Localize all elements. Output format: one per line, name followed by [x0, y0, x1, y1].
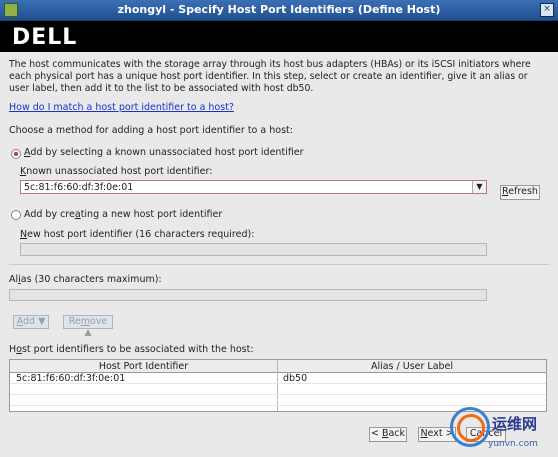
- watermark-text: 运维网: [492, 415, 538, 433]
- known-identifier-select[interactable]: 5c:81:f6:60:df:3f:0e:01 ▼: [20, 180, 487, 194]
- chevron-down-icon[interactable]: ▼: [472, 181, 486, 193]
- new-identifier-input[interactable]: [20, 243, 487, 256]
- divider: [9, 264, 549, 265]
- known-identifier-label: Known unassociated host port identifier:: [20, 166, 213, 177]
- identifiers-table[interactable]: Host Port Identifier Alias / User Label …: [9, 359, 547, 412]
- new-identifier-radio-label[interactable]: Add by creating a new host port identifi…: [24, 209, 222, 220]
- column-header-alias[interactable]: Alias / User Label: [278, 361, 546, 372]
- dell-logo: DELL: [12, 25, 78, 50]
- back-button[interactable]: < Back: [369, 427, 407, 442]
- window-titlebar[interactable]: zhongyl - Specify Host Port Identifiers …: [0, 0, 558, 21]
- chevron-down-icon: ▼: [38, 316, 46, 327]
- add-button[interactable]: Add ▼: [13, 315, 49, 329]
- column-header-identifier[interactable]: Host Port Identifier: [10, 361, 277, 372]
- help-link[interactable]: How do I match a host port identifier to…: [9, 102, 234, 113]
- chevron-up-icon: ▲: [84, 327, 92, 338]
- known-identifier-value: 5c:81:f6:60:df:3f:0e:01: [24, 182, 134, 193]
- row-alias: db50: [283, 373, 308, 384]
- remove-button[interactable]: Remove ▲: [63, 315, 113, 338]
- dell-banner: DELL: [0, 21, 558, 52]
- table-row[interactable]: 5c:81:f6:60:df:3f:0e:01 db50: [10, 373, 546, 384]
- new-identifier-label: New host port identifier (16 characters …: [20, 229, 255, 240]
- identifiers-list-heading: Host port identifiers to be associated w…: [9, 344, 254, 355]
- watermark-ring-icon: [457, 414, 485, 442]
- table-row: [10, 395, 546, 406]
- known-identifier-radio-label[interactable]: Add by selecting a known unassociated ho…: [24, 147, 304, 158]
- refresh-button[interactable]: Refresh: [500, 185, 540, 200]
- watermark-url: yunvn.com: [488, 439, 538, 449]
- new-identifier-radio[interactable]: [11, 210, 21, 220]
- method-heading: Choose a method for adding a host port i…: [9, 125, 293, 136]
- close-icon[interactable]: ×: [540, 3, 554, 17]
- intro-text: The host communicates with the storage a…: [9, 59, 531, 94]
- window-title: zhongyl - Specify Host Port Identifiers …: [117, 3, 441, 16]
- table-header: Host Port Identifier Alias / User Label: [10, 360, 546, 373]
- known-identifier-radio[interactable]: [11, 149, 21, 159]
- table-row: [10, 384, 546, 395]
- row-identifier: 5c:81:f6:60:df:3f:0e:01: [16, 373, 126, 384]
- alias-input[interactable]: [9, 289, 487, 301]
- alias-label: Alias (30 characters maximum):: [9, 274, 162, 285]
